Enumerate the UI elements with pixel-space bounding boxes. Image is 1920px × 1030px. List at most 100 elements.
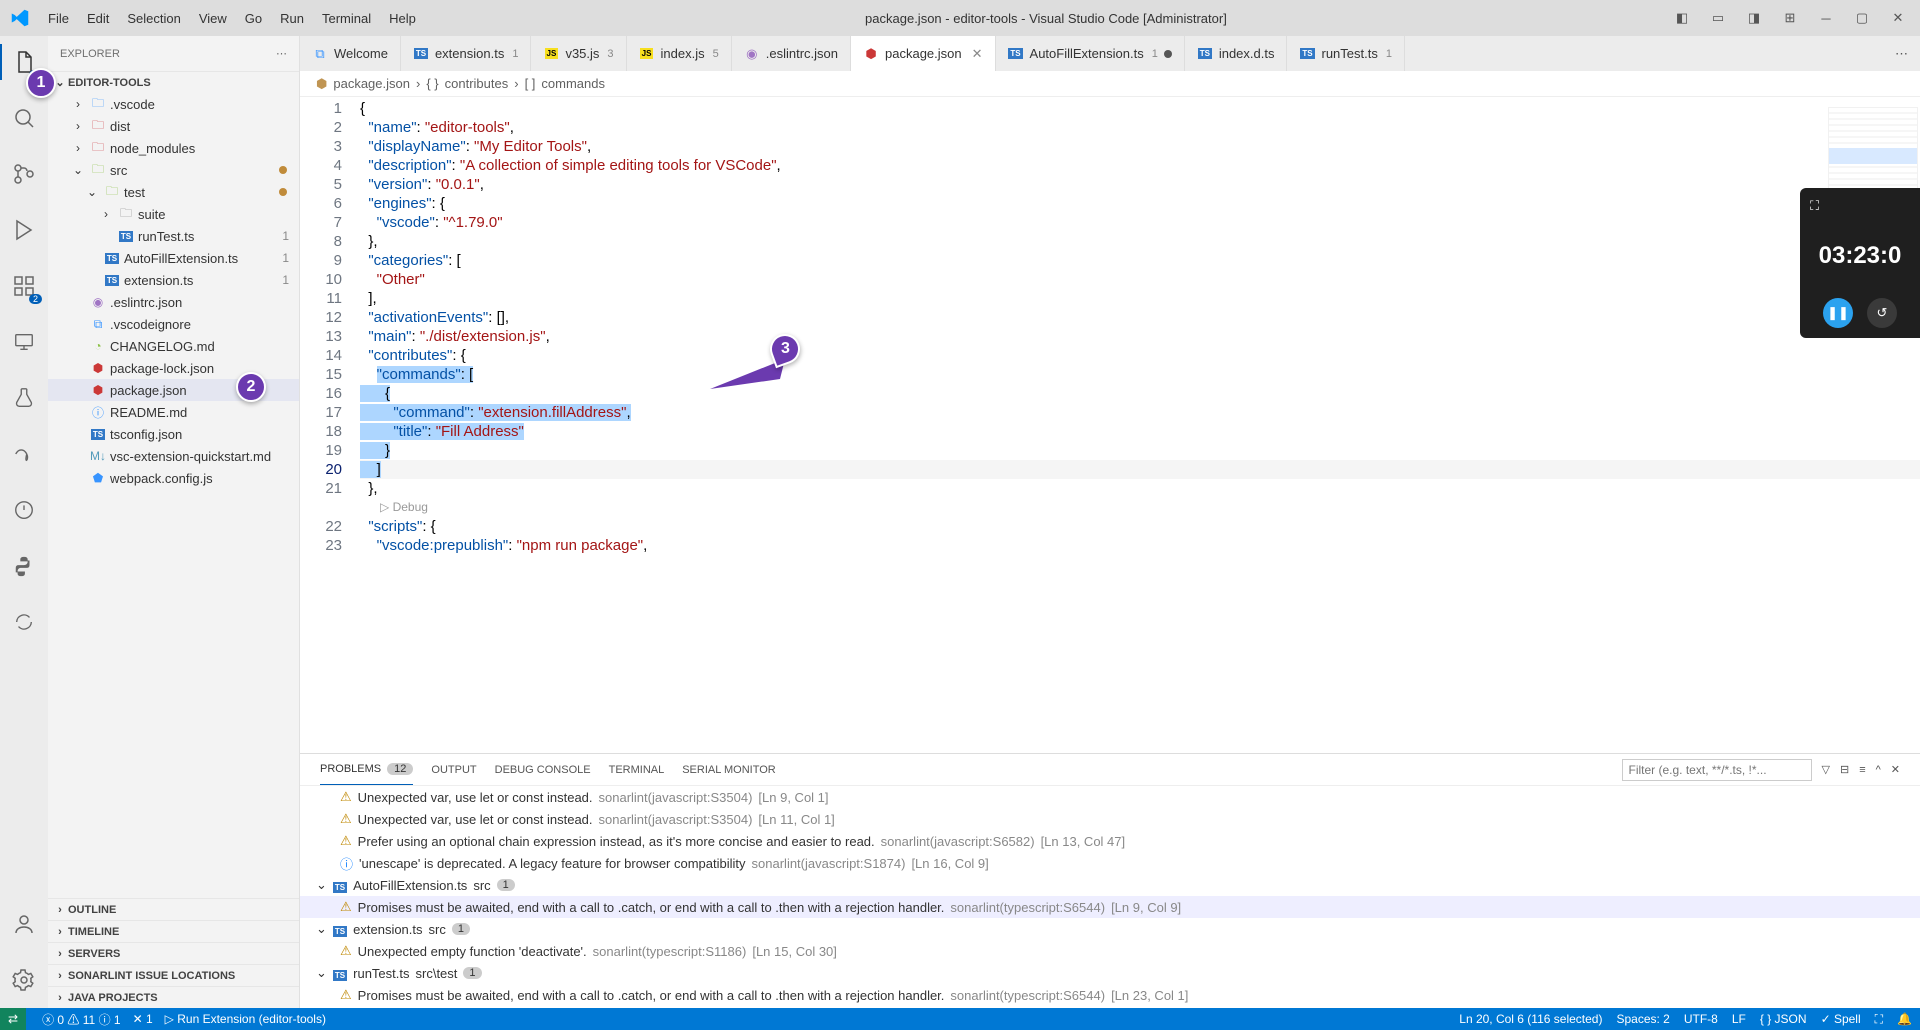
tab-AutoFillExtension.ts[interactable]: TSAutoFillExtension.ts1 [996,36,1185,71]
tree-item-AutoFillExtension.ts[interactable]: TSAutoFillExtension.ts1 [48,247,299,269]
code-line[interactable]: "name": "editor-tools", [360,118,1920,137]
status-eol[interactable]: LF [1732,1012,1746,1026]
code-line[interactable]: "categories": [ [360,251,1920,270]
problem-group[interactable]: ⌄TSextension.ts src 1 [300,918,1920,940]
activity-account[interactable] [0,906,48,942]
section-outline[interactable]: ›OUTLINE [48,898,299,920]
status-spaces[interactable]: Spaces: 2 [1616,1012,1669,1026]
layout-icon[interactable]: ◧ [1668,4,1696,32]
tab-.eslintrc.json[interactable]: ◉.eslintrc.json [732,36,851,71]
codelens-debug[interactable]: Debug [360,498,1920,517]
activity-python[interactable] [0,548,48,584]
customize-icon[interactable]: ⊞ [1776,4,1804,32]
problem-row[interactable]: ⓘ'unescape' is deprecated. A legacy feat… [300,852,1920,874]
code-line[interactable]: "engines": { [360,194,1920,213]
filter-icon[interactable]: ▽ [1822,763,1830,776]
status-problems[interactable]: ⓧ 0 ⚠ 11 ⓘ 1 [42,1011,121,1028]
status-spell[interactable]: ✓ Spell [1821,1012,1861,1026]
tab-runTest.ts[interactable]: TSrunTest.ts1 [1287,36,1404,71]
code-line[interactable]: "vscode": "^1.79.0" [360,213,1920,232]
code-line[interactable]: { [360,384,1920,403]
maximize-panel-icon[interactable]: ^ [1876,764,1881,776]
tab-extension.ts[interactable]: TSextension.ts1 [401,36,532,71]
minimize-icon[interactable]: ─ [1812,4,1840,32]
code-line[interactable]: "contributes": { [360,346,1920,365]
activity-search[interactable] [0,100,48,136]
panel-tab-terminal[interactable]: TERMINAL [609,764,665,776]
menu-go[interactable]: Go [237,7,270,30]
menu-help[interactable]: Help [381,7,424,30]
code-line[interactable]: "vscode:prepublish": "npm run package", [360,536,1920,555]
status-encoding[interactable]: UTF-8 [1684,1012,1718,1026]
tabs-more-icon[interactable]: ⋯ [1883,36,1920,71]
list-icon[interactable]: ≡ [1859,764,1865,776]
code-line[interactable]: "scripts": { [360,517,1920,536]
panel-tab-output[interactable]: OUTPUT [431,764,476,776]
code-line[interactable]: ] [360,460,1920,479]
activity-testing[interactable] [0,380,48,416]
status-feedback-icon[interactable]: ⛶ [1875,1012,1883,1027]
activity-debug[interactable] [0,212,48,248]
section-timeline[interactable]: ›TIMELINE [48,920,299,942]
recorder-pause-button[interactable]: ❚❚ [1823,298,1853,328]
activity-extensions[interactable]: 2 [0,268,48,304]
code-line[interactable]: "activationEvents": [], [360,308,1920,327]
menu-terminal[interactable]: Terminal [314,7,379,30]
tree-item-suite[interactable]: ›🗀suite [48,203,299,225]
tree-item-vsc-extension-quickstart.md[interactable]: M↓vsc-extension-quickstart.md [48,445,299,467]
tree-item-webpack.config.js[interactable]: ⬟webpack.config.js [48,467,299,489]
tab-index.js[interactable]: JSindex.js5 [627,36,732,71]
menu-file[interactable]: File [40,7,77,30]
close-tab-icon[interactable]: ✕ [972,46,983,62]
panel-icon[interactable]: ▭ [1704,4,1732,32]
problems-list[interactable]: ⚠Unexpected var, use let or const instea… [300,786,1920,1008]
sidebar-icon[interactable]: ◨ [1740,4,1768,32]
code-line[interactable]: "command": "extension.fillAddress", [360,403,1920,422]
tab-v35.js[interactable]: JSv35.js3 [531,36,626,71]
tree-item-extension.ts[interactable]: TSextension.ts1 [48,269,299,291]
activity-scm[interactable] [0,156,48,192]
panel-tab-problems[interactable]: PROBLEMS12 [320,754,413,785]
code-line[interactable]: { [360,99,1920,118]
tree-item-README.md[interactable]: ⓘREADME.md [48,401,299,423]
collapse-icon[interactable]: ⊟ [1840,763,1849,776]
close-icon[interactable]: ✕ [1884,4,1912,32]
problems-filter-input[interactable] [1622,759,1812,781]
tree-item-runTest.ts[interactable]: TSrunTest.ts1 [48,225,299,247]
tree-item-.vscodeignore[interactable]: ⧉.vscodeignore [48,313,299,335]
code-line[interactable]: "displayName": "My Editor Tools", [360,137,1920,156]
tab-package.json[interactable]: ⬢package.json✕ [851,36,996,71]
problem-group[interactable]: ⌄TSAutoFillExtension.ts src 1 [300,874,1920,896]
status-language[interactable]: { } JSON [1760,1012,1807,1026]
recorder-restart-button[interactable]: ↺ [1867,298,1897,328]
activity-sync[interactable] [0,604,48,640]
code-line[interactable]: }, [360,479,1920,498]
editor[interactable]: 1234567891011121314151617181920212223 { … [300,97,1920,753]
menu-run[interactable]: Run [272,7,312,30]
file-tree[interactable]: ›🗀.vscode›🗀dist›🗀node_modules⌄🗀src⌄🗀test… [48,93,299,898]
tree-item-src[interactable]: ⌄🗀src [48,159,299,181]
status-launch[interactable]: ▷ Run Extension (editor-tools) [165,1012,326,1026]
tree-root-header[interactable]: ⌄EDITOR-TOOLS [48,71,299,93]
status-bell-icon[interactable]: 🔔 [1897,1012,1912,1026]
breadcrumb[interactable]: ⬢ package.json › { } contributes › [ ] c… [300,71,1920,97]
tree-item-test[interactable]: ⌄🗀test [48,181,299,203]
expand-icon[interactable]: ⛶ [1810,198,1819,214]
panel-tab-debug-console[interactable]: DEBUG CONSOLE [495,764,591,776]
section-sonarlint-issue-locations[interactable]: ›SONARLINT ISSUE LOCATIONS [48,964,299,986]
problem-row[interactable]: ⚠Unexpected var, use let or const instea… [300,808,1920,830]
code-line[interactable]: }, [360,232,1920,251]
tree-item-.eslintrc.json[interactable]: ◉.eslintrc.json [48,291,299,313]
panel-tab-serial-monitor[interactable]: SERIAL MONITOR [682,764,776,776]
problem-row[interactable]: ⚠Promises must be awaited, end with a ca… [300,896,1920,918]
tab-Welcome[interactable]: ⧉Welcome [300,36,401,71]
code-line[interactable]: "main": "./dist/extension.js", [360,327,1920,346]
problem-row[interactable]: ⚠Prefer using an optional chain expressi… [300,830,1920,852]
activity-sonar[interactable] [0,436,48,472]
problem-row[interactable]: ⚠Unexpected var, use let or const instea… [300,786,1920,808]
tree-item-node_modules[interactable]: ›🗀node_modules [48,137,299,159]
code-line[interactable]: "commands": [ [360,365,1920,384]
problem-group[interactable]: ⌄TSrunTest.ts src\test 1 [300,962,1920,984]
maximize-icon[interactable]: ▢ [1848,4,1876,32]
menu-edit[interactable]: Edit [79,7,117,30]
